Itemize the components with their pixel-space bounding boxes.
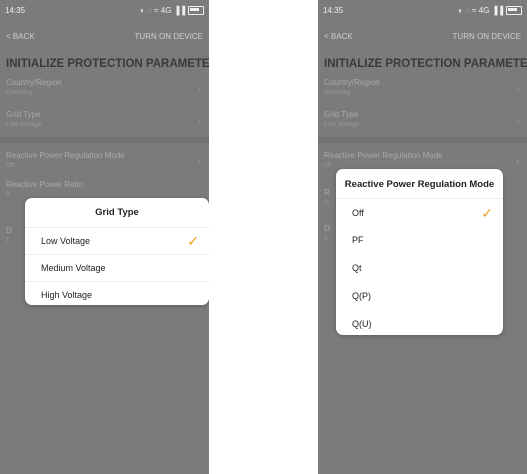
top-nav: < BACK TURN ON DEVICE: [318, 32, 527, 46]
checkmark-icon: ✓: [187, 233, 199, 249]
field-value: Low Voltage: [324, 121, 360, 128]
field-country-region[interactable]: Country/Region Germany ›: [324, 78, 521, 96]
field-reactive-power-ratio[interactable]: Reactive Power Ratio 0: [6, 180, 203, 198]
page-title: INITIALIZE PROTECTION PARAMETER: [6, 58, 209, 70]
battery-icon: [506, 5, 522, 15]
phone-screen-right: 14:35 ◐ ◌ ≈ 4G ▐▐ < BACK TURN ON DEVICE …: [318, 0, 527, 474]
field-label: Country/Region: [324, 78, 380, 87]
back-button[interactable]: < BACK: [6, 32, 35, 46]
field-reactive-power-mode[interactable]: Reactive Power Regulation Mode Of ›: [324, 151, 521, 169]
option-q-u[interactable]: Q(U): [336, 310, 503, 338]
phone-screen-left: 14:35 ◐ ◌ ≈ 4G ▐▐ < BACK TURN ON DEVICE …: [0, 0, 209, 474]
dialog-title: Reactive Power Regulation Mode: [344, 179, 495, 190]
field-grid-type[interactable]: Grid Type Low Voltage ›: [324, 110, 521, 128]
field-label: Country/Region: [6, 78, 62, 87]
back-button[interactable]: < BACK: [324, 32, 353, 46]
field-value: Off: [6, 162, 15, 169]
checkmark-icon: ✓: [481, 205, 493, 221]
divider: [318, 137, 527, 143]
chevron-right-icon: ›: [516, 115, 519, 125]
chevron-right-icon: ›: [198, 156, 201, 166]
battery-icon: [188, 5, 204, 15]
chevron-right-icon: ›: [198, 83, 201, 93]
field-label: Grid Type: [6, 110, 41, 119]
option-high-voltage[interactable]: High Voltage: [25, 281, 209, 308]
reactive-power-mode-dialog: Reactive Power Regulation Mode Off ✓ PF …: [336, 169, 503, 335]
field-label: Reactive Power Regulation Mode: [6, 151, 125, 160]
option-q-p[interactable]: Q(P): [336, 282, 503, 310]
field-reactive-power-mode[interactable]: Reactive Power Regulation Mode Off ›: [6, 151, 203, 169]
page-title: INITIALIZE PROTECTION PARAMETER: [324, 58, 527, 70]
divider: [0, 137, 209, 143]
chevron-right-icon: ›: [198, 115, 201, 125]
field-value: Germany: [6, 89, 33, 96]
field-label: Reactive Power Ratio: [6, 180, 83, 189]
field-grid-type[interactable]: Grid Type Low Voltage ›: [6, 110, 203, 128]
field-country-region[interactable]: Country/Region Germany ›: [6, 78, 203, 96]
option-off[interactable]: Off ✓: [336, 198, 503, 226]
field-value: Germany: [324, 89, 351, 96]
signal-icons: ◐ ◌ ≈ 4G ▐▐: [140, 5, 185, 15]
status-bar: 14:35 ◐ ◌ ≈ 4G ▐▐: [318, 0, 527, 20]
signal-icons: ◐ ◌ ≈ 4G ▐▐: [458, 5, 503, 15]
status-time: 14:35: [323, 5, 344, 15]
option-low-voltage[interactable]: Low Voltage ✓: [25, 227, 209, 254]
field-value: Of: [324, 162, 331, 169]
chevron-right-icon: ›: [516, 83, 519, 93]
option-pf[interactable]: PF: [336, 226, 503, 254]
status-bar: 14:35 ◐ ◌ ≈ 4G ▐▐: [0, 0, 209, 20]
turn-on-device-button[interactable]: TURN ON DEVICE: [135, 32, 203, 46]
chevron-right-icon: ›: [516, 156, 519, 166]
turn-on-device-button[interactable]: TURN ON DEVICE: [453, 32, 521, 46]
top-nav: < BACK TURN ON DEVICE: [0, 32, 209, 46]
option-qt[interactable]: Qt: [336, 254, 503, 282]
field-value: 0: [6, 191, 10, 198]
field-label: Grid Type: [324, 110, 359, 119]
option-medium-voltage[interactable]: Medium Voltage: [25, 254, 209, 281]
dialog-title: Grid Type: [95, 207, 139, 218]
field-value: Low Voltage: [6, 121, 42, 128]
status-time: 14:35: [5, 5, 26, 15]
field-label: Reactive Power Regulation Mode: [324, 151, 443, 160]
grid-type-dialog: Grid Type Low Voltage ✓ Medium Voltage H…: [25, 198, 209, 305]
